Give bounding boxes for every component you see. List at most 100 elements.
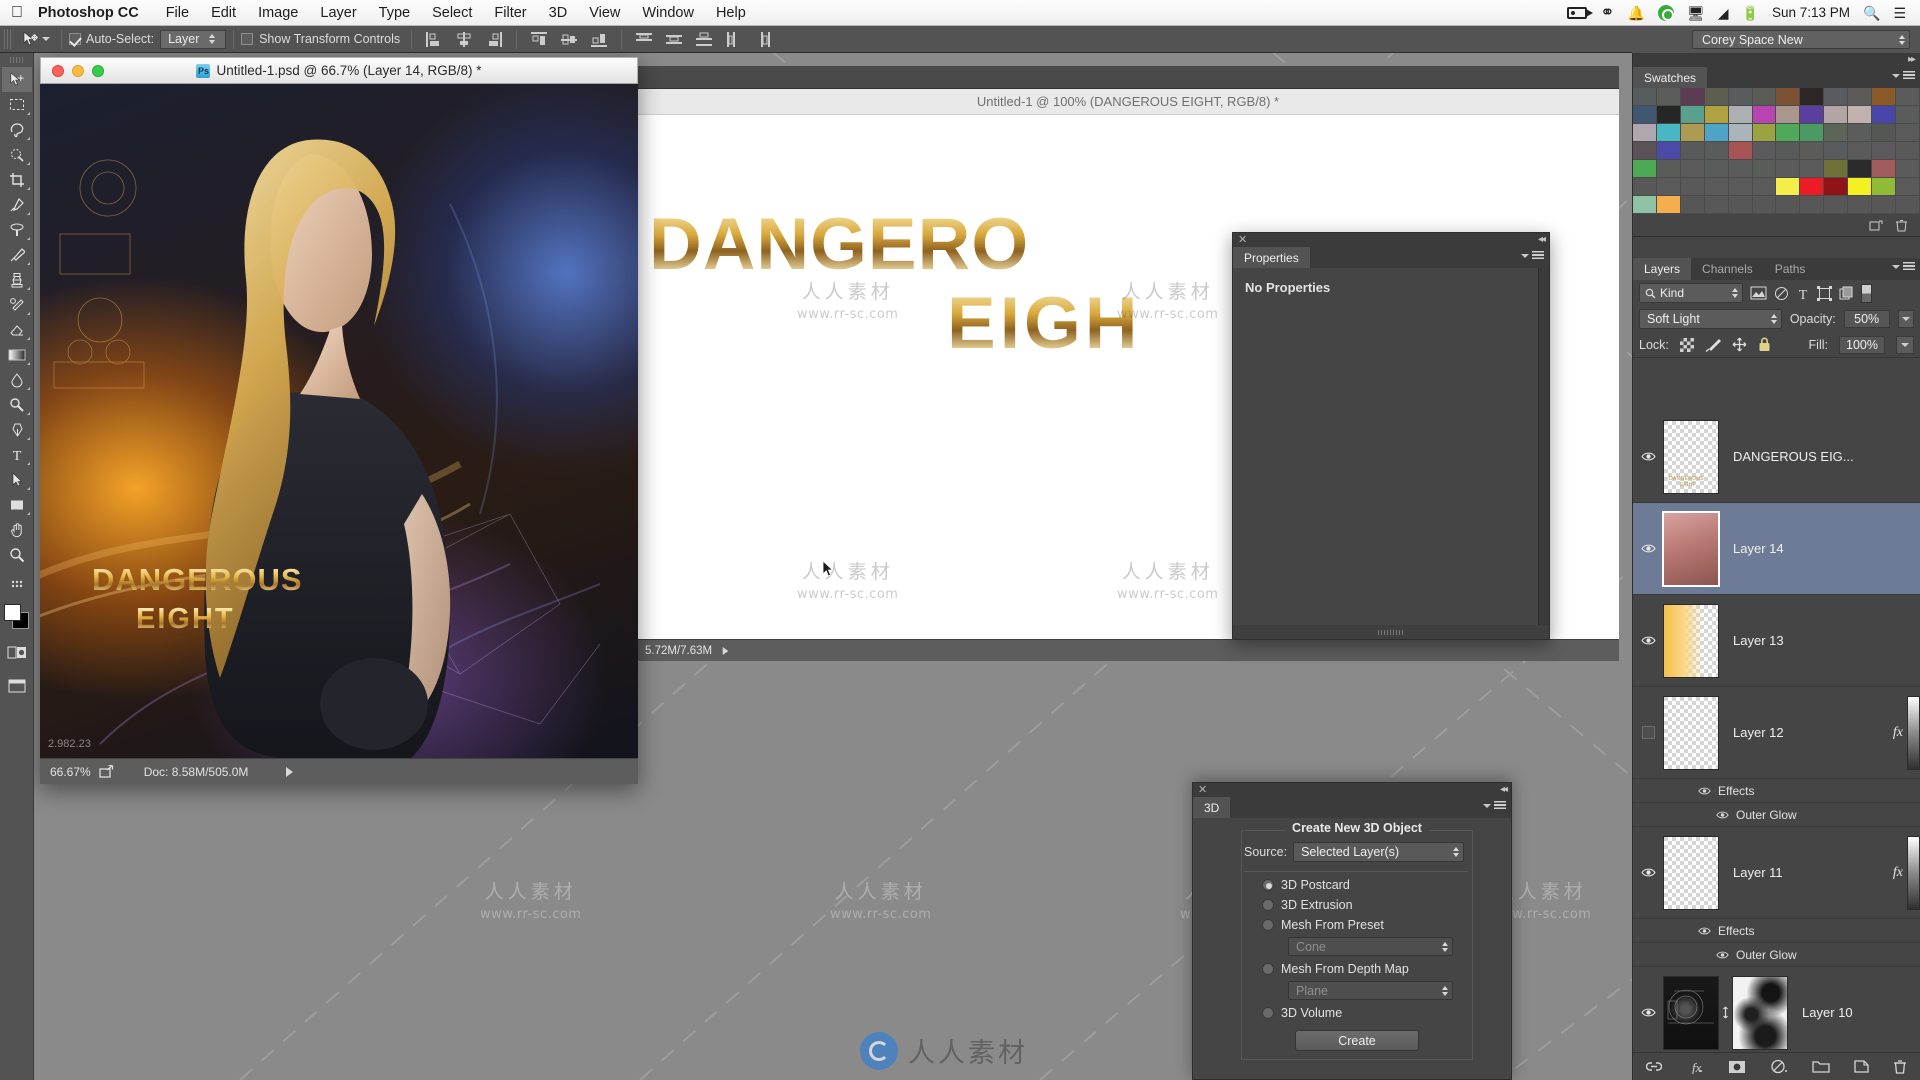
swatch-71[interactable] — [1896, 178, 1920, 196]
eye-icon[interactable] — [1640, 451, 1656, 462]
lock-image-pixels-icon[interactable] — [1705, 338, 1721, 352]
mask-link-icon[interactable] — [1719, 1005, 1732, 1020]
swatch-31[interactable] — [1800, 124, 1825, 142]
screen-record-icon[interactable] — [1567, 6, 1594, 19]
menu-file[interactable]: File — [155, 0, 200, 26]
swatch-46[interactable] — [1872, 142, 1897, 160]
option-mesh-from-preset[interactable]: Mesh From Preset — [1242, 912, 1472, 932]
display-icon[interactable]: 🖥 — [1687, 6, 1705, 20]
option-3d-postcard[interactable]: 3D Postcard — [1242, 872, 1472, 892]
distribute-vertical-centers-icon[interactable] — [664, 30, 684, 49]
eyedropper-tool[interactable] — [2, 192, 32, 217]
swatch-69[interactable] — [1848, 178, 1873, 196]
layer-thumbnail[interactable] — [1663, 695, 1719, 770]
swatch-47[interactable] — [1896, 142, 1920, 160]
swatch-73[interactable] — [1656, 196, 1681, 214]
swatch-59[interactable] — [1896, 160, 1920, 178]
align-right-edges-icon[interactable] — [484, 30, 504, 49]
swatch-64[interactable] — [1728, 178, 1753, 196]
history-brush-tool[interactable] — [2, 292, 32, 317]
mesh-preset-select[interactable]: Cone — [1288, 937, 1453, 956]
layers-list[interactable]: DANGEROUS EIGHT DANGEROUS EIG... Layer 14 La… — [1633, 411, 1920, 1052]
layer-row[interactable]: Layer 10 — [1633, 967, 1920, 1052]
properties-scrollbar[interactable] — [1538, 268, 1549, 625]
eye-icon[interactable] — [1640, 867, 1656, 878]
foreground-background-color-swatch[interactable] — [3, 604, 30, 630]
swatch-54[interactable] — [1776, 160, 1801, 178]
swatch-79[interactable] — [1800, 196, 1825, 214]
document-tab-strip[interactable] — [637, 66, 1619, 89]
swatch-78[interactable] — [1776, 196, 1801, 214]
swatch-30[interactable] — [1776, 124, 1801, 142]
layer-effects-badge[interactable]: fx — [1893, 725, 1907, 741]
menu-bar-clock[interactable]: Sun 7:13 PM — [1772, 5, 1850, 20]
swatch-49[interactable] — [1656, 160, 1681, 178]
auto-select-scope-select[interactable]: Layer — [160, 29, 227, 49]
blur-tool[interactable] — [2, 367, 32, 392]
swatch-33[interactable] — [1848, 124, 1873, 142]
new-adjustment-layer-icon[interactable] — [1770, 1059, 1788, 1074]
swatch-57[interactable] — [1848, 160, 1873, 178]
swatch-17[interactable] — [1752, 106, 1777, 124]
option-3d-volume[interactable]: 3D Volume — [1242, 1000, 1472, 1020]
layer-row[interactable]: DANGEROUS EIGHT DANGEROUS EIG... — [1633, 411, 1920, 503]
opacity-value[interactable]: 50% — [1843, 310, 1890, 328]
swatch-12[interactable] — [1633, 106, 1657, 124]
workspace-select[interactable]: Corey Space New — [1692, 30, 1910, 49]
layer-effect-row[interactable]: Effects — [1633, 779, 1920, 803]
menu-app-name[interactable]: Photoshop CC — [34, 0, 155, 26]
new-group-icon[interactable] — [1812, 1060, 1830, 1074]
zoom-tool[interactable] — [2, 542, 32, 567]
swatch-76[interactable] — [1728, 196, 1753, 214]
swatch-40[interactable] — [1728, 142, 1753, 160]
panel-menu-icon[interactable] — [1892, 262, 1915, 271]
swatch-13[interactable] — [1656, 106, 1681, 124]
menu-layer[interactable]: Layer — [309, 0, 367, 26]
layer-visibility-toggle[interactable] — [1633, 1007, 1663, 1018]
tab-layers[interactable]: Layers — [1633, 258, 1692, 280]
layer-visibility-toggle[interactable] — [1633, 451, 1663, 462]
notification-bell-icon[interactable]: 🔔 — [1628, 6, 1645, 20]
resize-grip[interactable] — [1378, 630, 1404, 635]
eye-icon[interactable] — [1698, 786, 1711, 796]
edit-toolbar-button[interactable] — [2, 571, 32, 596]
swatch-63[interactable] — [1704, 178, 1729, 196]
brush-tool[interactable] — [2, 242, 32, 267]
swatch-77[interactable] — [1752, 196, 1777, 214]
swatch-80[interactable] — [1824, 196, 1849, 214]
swatch-9[interactable] — [1848, 88, 1873, 106]
swatch-14[interactable] — [1680, 106, 1705, 124]
swatch-45[interactable] — [1848, 142, 1873, 160]
crop-tool[interactable] — [2, 167, 32, 192]
swatch-37[interactable] — [1656, 142, 1681, 160]
link-layers-icon[interactable] — [1646, 1061, 1662, 1072]
swatch-60[interactable] — [1633, 178, 1657, 196]
swatch-19[interactable] — [1800, 106, 1825, 124]
swatch-56[interactable] — [1824, 160, 1849, 178]
panel-menu-icon[interactable] — [1892, 71, 1915, 80]
swatch-52[interactable] — [1728, 160, 1753, 178]
layer-thumbnail[interactable] — [1663, 603, 1719, 678]
swatch-3[interactable] — [1704, 88, 1729, 106]
layer-thumbnail[interactable] — [1663, 975, 1719, 1050]
swatch-4[interactable] — [1728, 88, 1753, 106]
toolbox-grip[interactable] — [10, 57, 23, 63]
swatch-8[interactable] — [1824, 88, 1849, 106]
filter-kind-select[interactable]: Kind — [1639, 283, 1743, 303]
add-layer-mask-icon[interactable] — [1728, 1060, 1746, 1074]
horizontal-type-tool[interactable]: T — [2, 442, 32, 467]
eye-icon[interactable] — [1716, 810, 1729, 820]
layer-thumbnail[interactable]: DANGEROUS EIGHT — [1663, 419, 1719, 494]
swatch-7[interactable] — [1800, 88, 1825, 106]
distribute-top-edges-icon[interactable] — [634, 30, 654, 49]
show-transform-controls-checkbox[interactable] — [241, 33, 254, 45]
eye-icon[interactable] — [1698, 926, 1711, 936]
swatch-74[interactable] — [1680, 196, 1705, 214]
zoom-level[interactable]: 66.67% — [40, 765, 99, 779]
dodge-tool[interactable] — [2, 392, 32, 417]
swatch-34[interactable] — [1872, 124, 1897, 142]
opacity-dropdown-button[interactable] — [1897, 310, 1914, 328]
move-tool[interactable] — [1, 67, 32, 92]
filter-pixel-icon[interactable] — [1750, 286, 1767, 300]
swatch-24[interactable] — [1633, 124, 1657, 142]
